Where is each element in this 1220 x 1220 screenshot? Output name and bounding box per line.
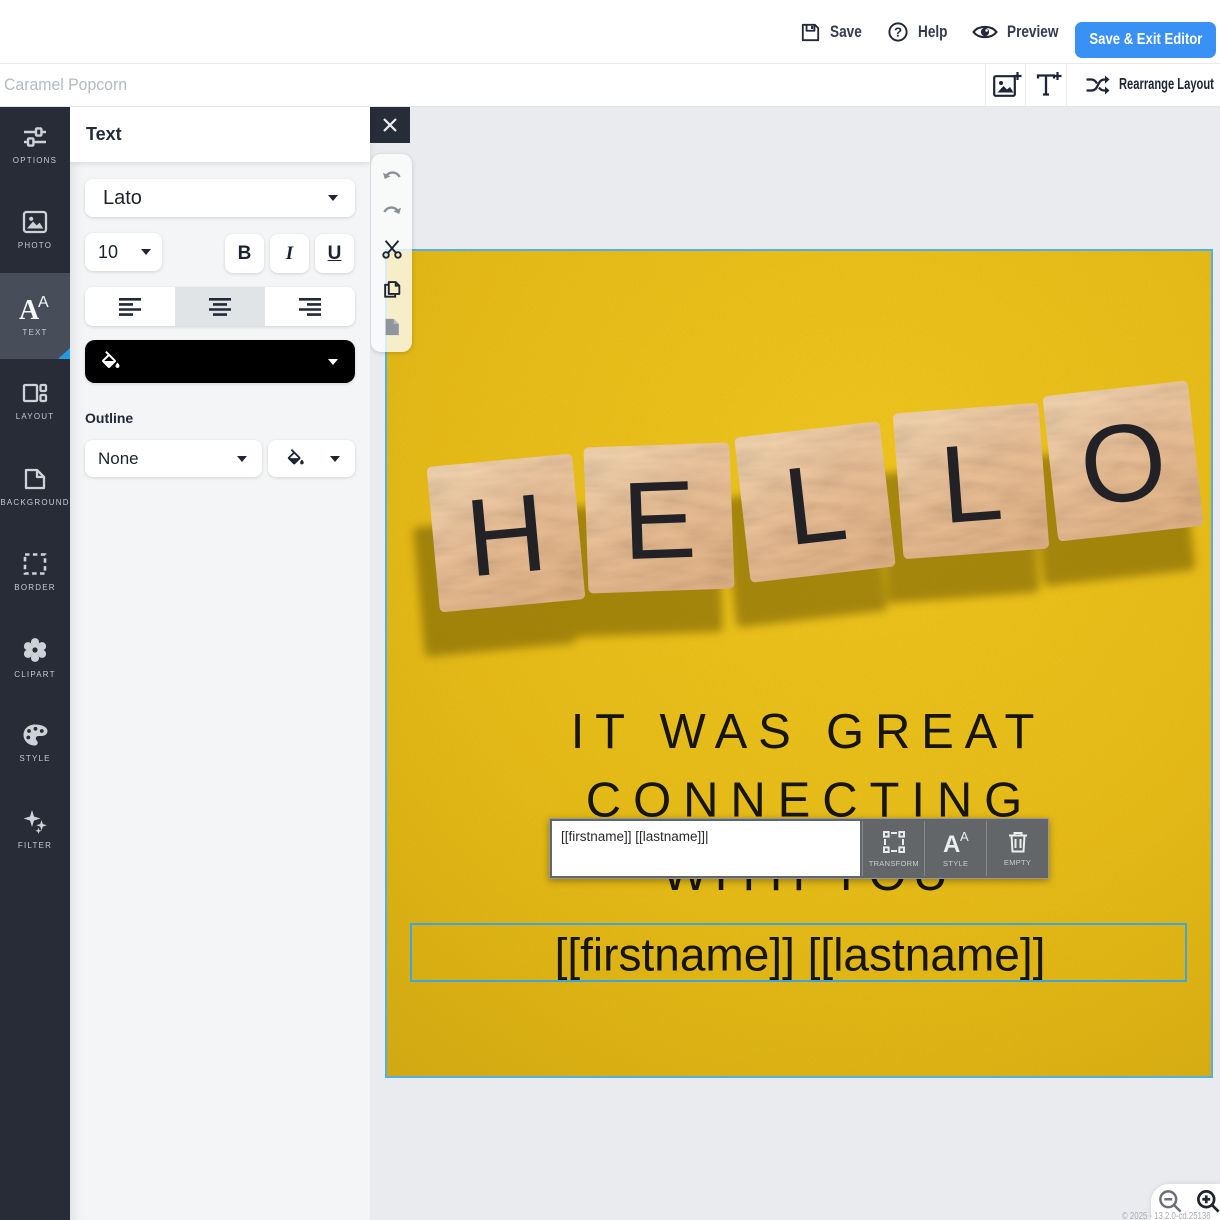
svg-text:L: L [936, 420, 1006, 547]
svg-text:E: E [620, 458, 698, 583]
svg-text:?: ? [894, 24, 902, 39]
svg-text:IT WAS GREAT: IT WAS GREAT [571, 705, 1045, 759]
svg-text:A: A [960, 829, 969, 844]
svg-text:A: A [38, 294, 49, 311]
svg-text:A: A [19, 295, 40, 321]
svg-text:A: A [943, 831, 960, 855]
svg-text:O: O [1074, 398, 1173, 530]
svg-text:H: H [461, 471, 551, 601]
